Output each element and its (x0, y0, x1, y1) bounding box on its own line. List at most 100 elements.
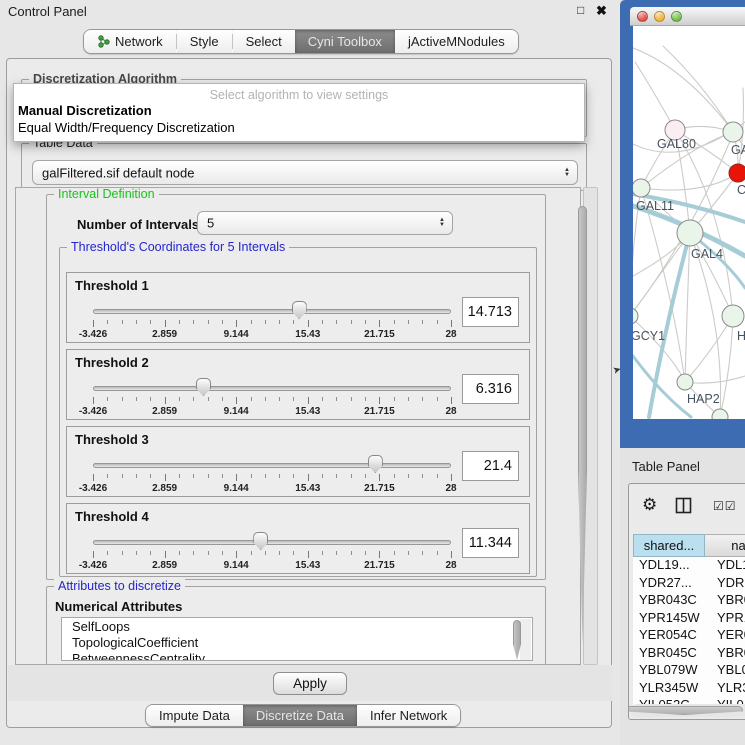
node-label: HAP2 (687, 392, 720, 406)
threshold-4-value-field[interactable]: 11.344 (462, 528, 519, 558)
slider-track[interactable] (93, 386, 451, 391)
minimize-traffic-light[interactable] (654, 11, 665, 22)
cell-name[interactable]: YDL1 (705, 557, 745, 575)
network-node[interactable] (729, 164, 745, 182)
top-tabbar: Network Style Select Cyni Toolbox jActiv… (83, 29, 519, 54)
slider-thumb[interactable] (292, 301, 307, 319)
attribute-item[interactable]: SelfLoops (62, 618, 532, 634)
table-horizontal-scrollbar[interactable] (631, 704, 745, 717)
cell-shared-name[interactable]: YLR345W (633, 680, 705, 698)
network-node[interactable] (633, 308, 638, 324)
table-data-select[interactable]: galFiltered.sif default node ▲▼ (32, 160, 578, 185)
algorithm-option-equal-width[interactable]: Equal Width/Frequency Discretization (14, 119, 584, 136)
tab-cyni-toolbox[interactable]: Cyni Toolbox (295, 30, 395, 53)
columns-icon[interactable] (675, 497, 692, 514)
table-row[interactable]: YDR27...YDR2 (633, 575, 745, 593)
close-traffic-light[interactable] (637, 11, 648, 22)
attributes-scrollbar[interactable] (520, 619, 531, 661)
slider-thumb[interactable] (253, 532, 268, 550)
tab-impute-data[interactable]: Impute Data (146, 705, 243, 726)
slider-thumb[interactable] (196, 378, 211, 396)
slider-track[interactable] (93, 309, 451, 314)
network-edge[interactable] (633, 233, 690, 316)
table-row[interactable]: YER054CYER0 (633, 627, 745, 645)
close-icon[interactable]: ✖ (596, 3, 607, 19)
attributes-group: Attributes to discretize Numerical Attri… (46, 586, 546, 665)
algorithm-dropdown-popup: Select algorithm to view settings Manual… (13, 83, 585, 142)
slider-track[interactable] (93, 463, 451, 468)
network-node[interactable] (677, 374, 693, 390)
table-row[interactable]: YDL19...YDL1 (633, 557, 745, 575)
cell-shared-name[interactable]: YBR045C (633, 645, 705, 663)
checkbox-icons[interactable]: ☑☑ (713, 499, 737, 513)
network-node[interactable] (677, 220, 703, 246)
network-node[interactable] (633, 179, 650, 197)
table-data-value: galFiltered.sif default node (42, 165, 194, 180)
table-header-row: shared... na (633, 534, 745, 557)
tick-label: -3.426 (79, 329, 107, 340)
tick-label: 9.144 (224, 406, 249, 417)
tab-network[interactable]: Network (84, 30, 176, 53)
column-header-name[interactable]: na (705, 534, 745, 557)
zoom-traffic-light[interactable] (671, 11, 682, 22)
tab-select[interactable]: Select (233, 30, 295, 53)
table-row[interactable]: YBR043CYBR0 (633, 592, 745, 610)
table-row[interactable]: YPR145WYPR1 (633, 610, 745, 628)
number-of-intervals-select[interactable]: 5 ▲▼ (197, 211, 453, 235)
algorithm-option-manual[interactable]: Manual Discretization (14, 102, 584, 119)
table-row[interactable]: YBL079WYBL0 (633, 662, 745, 680)
threshold-1-slider[interactable]: -3.4262.8599.14415.4321.71528 (93, 307, 451, 341)
network-edge[interactable] (641, 173, 738, 190)
slider-thumb[interactable] (368, 455, 383, 473)
numerical-attributes-list[interactable]: SelfLoopsTopologicalCoefficientBetweenne… (61, 617, 533, 661)
network-edge[interactable] (663, 46, 733, 132)
cell-shared-name[interactable]: YDR27... (633, 575, 705, 593)
network-edge[interactable] (720, 316, 733, 417)
cell-shared-name[interactable]: YDL19... (633, 557, 705, 575)
slider-ticks (93, 320, 451, 328)
slider-track[interactable] (93, 540, 451, 545)
tab-discretize-data[interactable]: Discretize Data (243, 705, 357, 726)
cell-name[interactable]: YBR0 (705, 592, 745, 610)
column-header-shared-name[interactable]: shared... (633, 534, 705, 557)
table-row[interactable]: YLR345WYLR3 (633, 680, 745, 698)
network-edge[interactable] (685, 316, 733, 382)
cell-name[interactable]: YPR1 (705, 610, 745, 628)
interval-definition-title: Interval Definition (54, 187, 159, 202)
cell-name[interactable]: YER0 (705, 627, 745, 645)
table-row[interactable]: YBR045CYBR0 (633, 645, 745, 663)
cell-shared-name[interactable]: YER054C (633, 627, 705, 645)
cell-name[interactable]: YLR3 (705, 680, 745, 698)
network-node[interactable] (723, 122, 743, 142)
gear-icon[interactable]: ⚙ (642, 495, 657, 515)
cell-name[interactable]: YBL0 (705, 662, 745, 680)
float-window-icon[interactable]: □ (577, 3, 584, 17)
tick-label: 28 (445, 483, 456, 494)
apply-button[interactable]: Apply (273, 672, 347, 695)
network-node[interactable] (722, 305, 744, 327)
main-vertical-scrollbar[interactable] (583, 187, 598, 665)
network-node[interactable] (712, 409, 728, 419)
cell-shared-name[interactable]: YPR145W (633, 610, 705, 628)
scrollbar-thumb[interactable] (628, 706, 743, 715)
threshold-4-slider[interactable]: -3.4262.8599.14415.4321.71528 (93, 538, 451, 572)
threshold-2-value-field[interactable]: 6.316 (462, 374, 519, 404)
threshold-3-value-field[interactable]: 21.4 (462, 451, 519, 481)
tab-style[interactable]: Style (177, 30, 232, 53)
attribute-item[interactable]: TopologicalCoefficient (62, 634, 532, 650)
cell-shared-name[interactable]: YBR043C (633, 592, 705, 610)
cell-name[interactable]: YBR0 (705, 645, 745, 663)
threshold-3-slider[interactable]: -3.4262.8599.14415.4321.71528 (93, 461, 451, 495)
tab-jactivemnodules[interactable]: jActiveMNodules (395, 30, 518, 53)
tab-infer-network[interactable]: Infer Network (357, 705, 460, 726)
network-canvas[interactable]: GAL80GACGAL11GAL4GCY1HHAP2 (633, 26, 745, 419)
threshold-1-value-field[interactable]: 14.713 (462, 297, 519, 327)
network-edge[interactable] (635, 62, 675, 130)
network-window-titlebar[interactable] (630, 7, 745, 26)
threshold-2-slider[interactable]: -3.4262.8599.14415.4321.71528 (93, 384, 451, 418)
tick-label: -3.426 (79, 406, 107, 417)
network-edge[interactable] (685, 376, 745, 383)
cell-name[interactable]: YDR2 (705, 575, 745, 593)
cell-shared-name[interactable]: YBL079W (633, 662, 705, 680)
attribute-item[interactable]: BetweennessCentrality (62, 650, 532, 661)
